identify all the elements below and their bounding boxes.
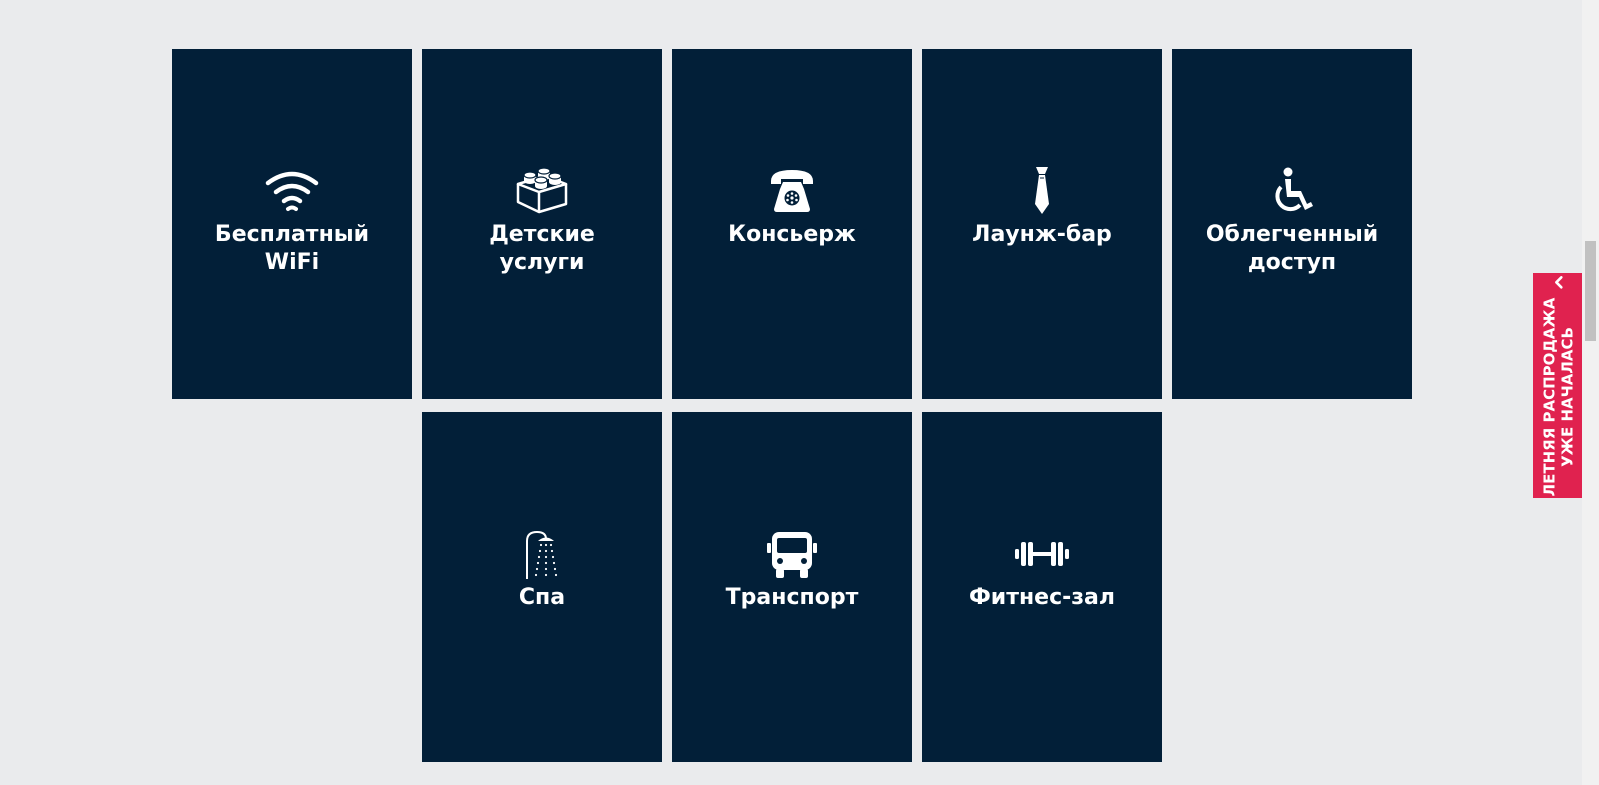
amenity-tile-kids[interactable]: Детские услуги xyxy=(422,49,662,399)
dumbbell-icon xyxy=(1014,528,1070,580)
summer-sale-line2: УЖЕ НАЧАЛАСЬ xyxy=(1558,326,1577,467)
amenity-tile-accessibility[interactable]: Облегченный доступ xyxy=(1172,49,1412,399)
amenity-label-concierge: Консьерж xyxy=(728,222,856,247)
wheelchair-icon xyxy=(1264,165,1320,217)
amenity-label-kids: Детские услуги xyxy=(489,222,595,275)
summer-sale-tab[interactable]: ЛЕТНЯЯ РАСПРОДАЖА УЖЕ НАЧАЛАСЬ xyxy=(1533,273,1583,498)
amenity-label-lounge-bar: Лаунж-бар xyxy=(972,222,1112,247)
chevron-up-icon xyxy=(1552,275,1564,289)
amenity-tile-wifi[interactable]: Бесплатный WiFi xyxy=(172,49,412,399)
wifi-icon xyxy=(264,165,320,217)
amenity-label-transport: Транспорт xyxy=(725,585,859,610)
amenity-tile-transport[interactable]: Транспорт xyxy=(672,412,912,762)
amenity-label-wifi: Бесплатный WiFi xyxy=(214,222,370,275)
amenity-tile-fitness[interactable]: Фитнес-зал xyxy=(922,412,1162,762)
amenity-label-spa: Спа xyxy=(518,585,566,610)
amenity-label-accessibility: Облегченный доступ xyxy=(1205,222,1379,275)
bus-icon xyxy=(764,528,820,580)
shower-icon xyxy=(514,528,570,580)
summer-sale-line1: ЛЕТНЯЯ РАСПРОДАЖА xyxy=(1540,297,1559,496)
necktie-icon xyxy=(1014,165,1070,217)
amenity-label-fitness: Фитнес-зал xyxy=(968,585,1116,610)
amenity-tile-spa[interactable]: Спа xyxy=(422,412,662,762)
telephone-icon xyxy=(764,165,820,217)
amenity-tile-lounge-bar[interactable]: Лаунж-бар xyxy=(922,49,1162,399)
lego-brick-icon xyxy=(514,165,570,217)
amenity-tile-concierge[interactable]: Консьерж xyxy=(672,49,912,399)
scrollbar-thumb[interactable] xyxy=(1585,241,1596,341)
page-scrollbar[interactable] xyxy=(1582,0,1599,785)
summer-sale-text: ЛЕТНЯЯ РАСПРОДАЖА УЖЕ НАЧАЛАСЬ xyxy=(1540,297,1576,496)
